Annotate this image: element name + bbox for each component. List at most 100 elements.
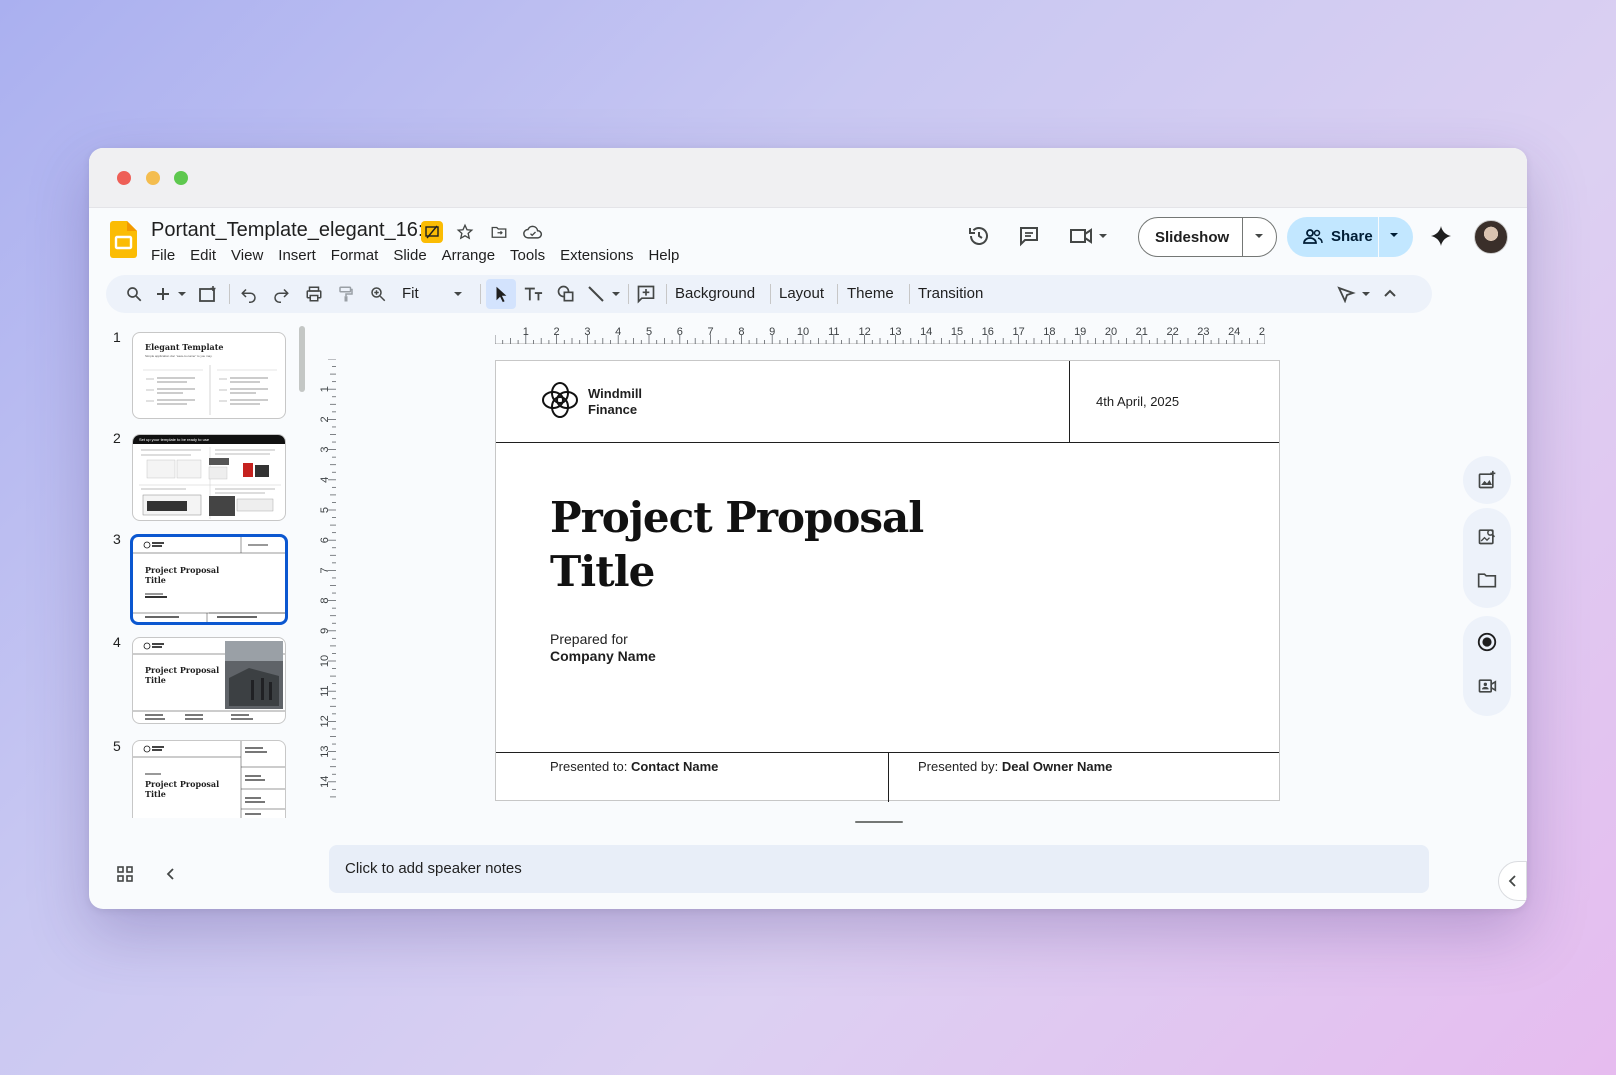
side-card-tools (1463, 508, 1511, 608)
filmstrip-scrollbar[interactable] (299, 326, 305, 392)
slideshow-button[interactable]: Slideshow (1138, 217, 1277, 257)
video-recording-icon[interactable] (1475, 674, 1499, 698)
meet-call-icon[interactable] (1064, 218, 1114, 254)
undo-icon[interactable] (237, 282, 261, 306)
ruler-label: 2 (554, 326, 560, 338)
app-header: Portant_Template_elegant_16:9 File Edit … (89, 208, 1527, 273)
thumb-content-graphic (139, 447, 281, 519)
windmill-logo-icon (542, 382, 578, 418)
editing-mode-icon[interactable] (1336, 282, 1374, 306)
menu-edit[interactable]: Edit (190, 247, 216, 264)
share-dropdown-icon[interactable] (1387, 228, 1401, 246)
add-comment-icon[interactable] (634, 282, 658, 306)
side-card-record (1463, 616, 1511, 716)
slides-logo-icon[interactable] (110, 221, 137, 258)
line-tool-icon[interactable] (586, 282, 622, 306)
slide-canvas[interactable]: Windmill Finance 4th April, 2025 Project… (495, 360, 1280, 802)
print-icon[interactable] (302, 282, 326, 306)
folder-icon[interactable] (1475, 568, 1499, 592)
vertical-ruler[interactable]: 1234567891011121314 (318, 359, 336, 819)
ruler-label: 13 (319, 745, 331, 757)
speaker-notes-placeholder: Click to add speaker notes (345, 860, 522, 877)
shape-icon[interactable] (554, 282, 578, 306)
menu-view[interactable]: View (231, 247, 263, 264)
theme-button[interactable]: Theme (847, 285, 894, 302)
ruler-label: 12 (319, 715, 331, 727)
ruler-label: 3 (319, 447, 331, 453)
thumb-content-graphic (143, 365, 277, 415)
share-button[interactable]: Share (1287, 217, 1413, 257)
thumb-number: 3 (113, 531, 121, 547)
redo-icon[interactable] (269, 282, 293, 306)
horizontal-ruler[interactable]: 1 2 3 4 5 6 7 8 9 10 11 12 13 14 15 16 17 18 19 20 21 22 23 24 2… (495, 326, 1265, 344)
gemini-sparkle-icon[interactable] (1423, 218, 1459, 254)
speaker-notes[interactable]: Click to add speaker notes (329, 845, 1429, 893)
ruler-label: 1 (319, 386, 331, 392)
comments-icon[interactable] (1011, 218, 1047, 254)
cloud-saved-icon[interactable] (521, 220, 545, 244)
close-window-button[interactable] (117, 171, 131, 185)
record-icon[interactable] (1475, 630, 1499, 654)
avatar[interactable] (1474, 220, 1508, 254)
menu-help[interactable]: Help (648, 247, 679, 264)
presented-by: Presented by: Deal Owner Name (918, 759, 1112, 774)
slideshow-dropdown-icon[interactable] (1252, 229, 1266, 247)
transition-button[interactable]: Transition (918, 285, 983, 302)
ruler-label: 9 (319, 628, 331, 634)
slide-thumbnail-2[interactable]: Set up your template to be ready to use (132, 434, 286, 521)
layout-button[interactable]: Layout (779, 285, 824, 302)
paint-format-icon[interactable] (334, 282, 358, 306)
menu-bar: File Edit View Insert Format Slide Arran… (151, 247, 694, 264)
ruler-label: 19 (1074, 326, 1086, 338)
ruler-label: 10 (797, 326, 809, 338)
maximize-window-button[interactable] (174, 171, 188, 185)
thumb-title: Project Proposal Title (145, 565, 220, 585)
star-icon[interactable] (453, 220, 477, 244)
menu-arrange[interactable]: Arrange (442, 247, 495, 264)
zoom-icon[interactable] (366, 282, 390, 306)
ruler-label: 11 (319, 685, 331, 696)
slide-thumbnail-1[interactable]: Elegant Template Simple application doc … (132, 332, 286, 419)
ruler-label: 17 (1012, 326, 1024, 338)
side-panel-toggle[interactable] (1498, 861, 1527, 901)
slide-date: 4th April, 2025 (1096, 394, 1180, 409)
collapse-filmstrip-chevron-left-icon[interactable] (159, 862, 183, 886)
slide-thumbnail-4[interactable]: Project Proposal Title (132, 637, 286, 724)
menu-insert[interactable]: Insert (278, 247, 316, 264)
menu-tools[interactable]: Tools (510, 247, 545, 264)
ruler-label: 5 (319, 507, 331, 513)
slideshow-label: Slideshow (1155, 229, 1230, 246)
ruler-label: 2 (319, 416, 331, 422)
menu-file[interactable]: File (151, 247, 175, 264)
zoom-select[interactable]: Fit (402, 285, 419, 302)
select-tool-icon[interactable] (486, 279, 516, 309)
menu-format[interactable]: Format (331, 247, 379, 264)
slide-thumbnail-5[interactable]: Project Proposal Title (132, 740, 286, 818)
thumb-number: 5 (113, 738, 121, 754)
search-menus-icon[interactable] (122, 282, 146, 306)
window-titlebar (89, 148, 1527, 208)
new-slide-layout-icon[interactable] (196, 282, 220, 306)
minimize-window-button[interactable] (146, 171, 160, 185)
zoom-dropdown-icon[interactable] (446, 282, 470, 306)
slide-thumbnail-3[interactable]: Project Proposal Title (130, 534, 288, 625)
ruler-label: 15 (951, 326, 963, 338)
add-image-icon[interactable] (1475, 468, 1499, 492)
document-title[interactable]: Portant_Template_elegant_16:9 (151, 219, 435, 242)
grid-view-icon[interactable] (113, 862, 137, 886)
move-folder-icon[interactable] (487, 220, 511, 244)
ruler-label: 8 (319, 598, 331, 604)
version-history-icon[interactable] (961, 218, 997, 254)
hide-menus-chevron-up-icon[interactable] (1378, 282, 1402, 306)
new-slide-icon[interactable] (154, 282, 188, 306)
menu-slide[interactable]: Slide (393, 247, 426, 264)
background-button[interactable]: Background (675, 285, 755, 302)
image-search-icon[interactable] (1475, 524, 1499, 548)
thumb-title: Project Proposal Title (145, 665, 220, 685)
text-box-icon[interactable] (521, 282, 545, 306)
slides-badge-icon[interactable] (421, 221, 443, 243)
ruler-label: 6 (677, 326, 683, 338)
company-name-line2: Finance (588, 402, 638, 417)
menu-extensions[interactable]: Extensions (560, 247, 633, 264)
notes-resize-handle[interactable] (855, 821, 903, 823)
